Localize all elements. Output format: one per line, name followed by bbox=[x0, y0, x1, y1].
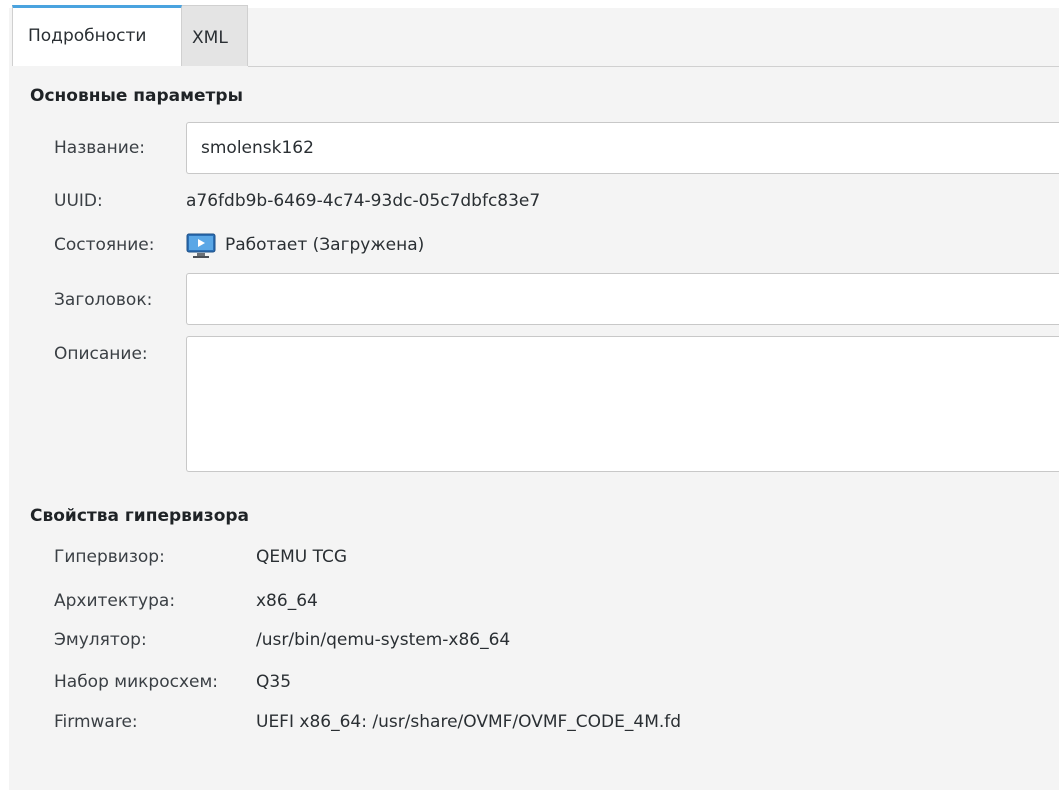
state-label: Состояние: bbox=[54, 235, 155, 255]
hypervisor-value: QEMU TCG bbox=[256, 547, 348, 567]
description-textarea[interactable] bbox=[186, 336, 1059, 472]
emulator-label: Эмулятор: bbox=[54, 630, 147, 650]
name-input[interactable] bbox=[186, 122, 1059, 174]
vm-running-icon bbox=[186, 233, 216, 258]
firmware-value: UEFI x86_64: /usr/share/OVMF/OVMF_CODE_4… bbox=[256, 712, 682, 732]
chipset-value: Q35 bbox=[256, 672, 292, 692]
basic-section-title: Основные параметры bbox=[30, 86, 243, 106]
emulator-value: /usr/bin/qemu-system-x86_64 bbox=[256, 630, 511, 650]
state-value: Работает (Загружена) bbox=[225, 235, 425, 255]
hypervisor-section-title: Свойства гипервизора bbox=[30, 506, 250, 526]
chipset-label: Набор микросхем: bbox=[54, 672, 219, 692]
tab-xml[interactable]: XML bbox=[182, 5, 248, 66]
uuid-label: UUID: bbox=[54, 191, 103, 211]
description-label: Описание: bbox=[54, 344, 148, 364]
architecture-value: x86_64 bbox=[256, 591, 318, 611]
tab-details[interactable]: Подробности bbox=[12, 5, 182, 66]
hypervisor-label: Гипервизор: bbox=[54, 547, 165, 567]
architecture-label: Архитектура: bbox=[54, 591, 176, 611]
heading-label: Заголовок: bbox=[54, 290, 153, 310]
heading-input[interactable] bbox=[186, 273, 1059, 325]
firmware-label: Firmware: bbox=[54, 712, 138, 732]
tab-divider bbox=[248, 66, 1059, 67]
uuid-value: a76fdb9b-6469-4c74-93dc-05c7dbfc83e7 bbox=[186, 191, 541, 211]
name-label: Название: bbox=[54, 138, 146, 158]
